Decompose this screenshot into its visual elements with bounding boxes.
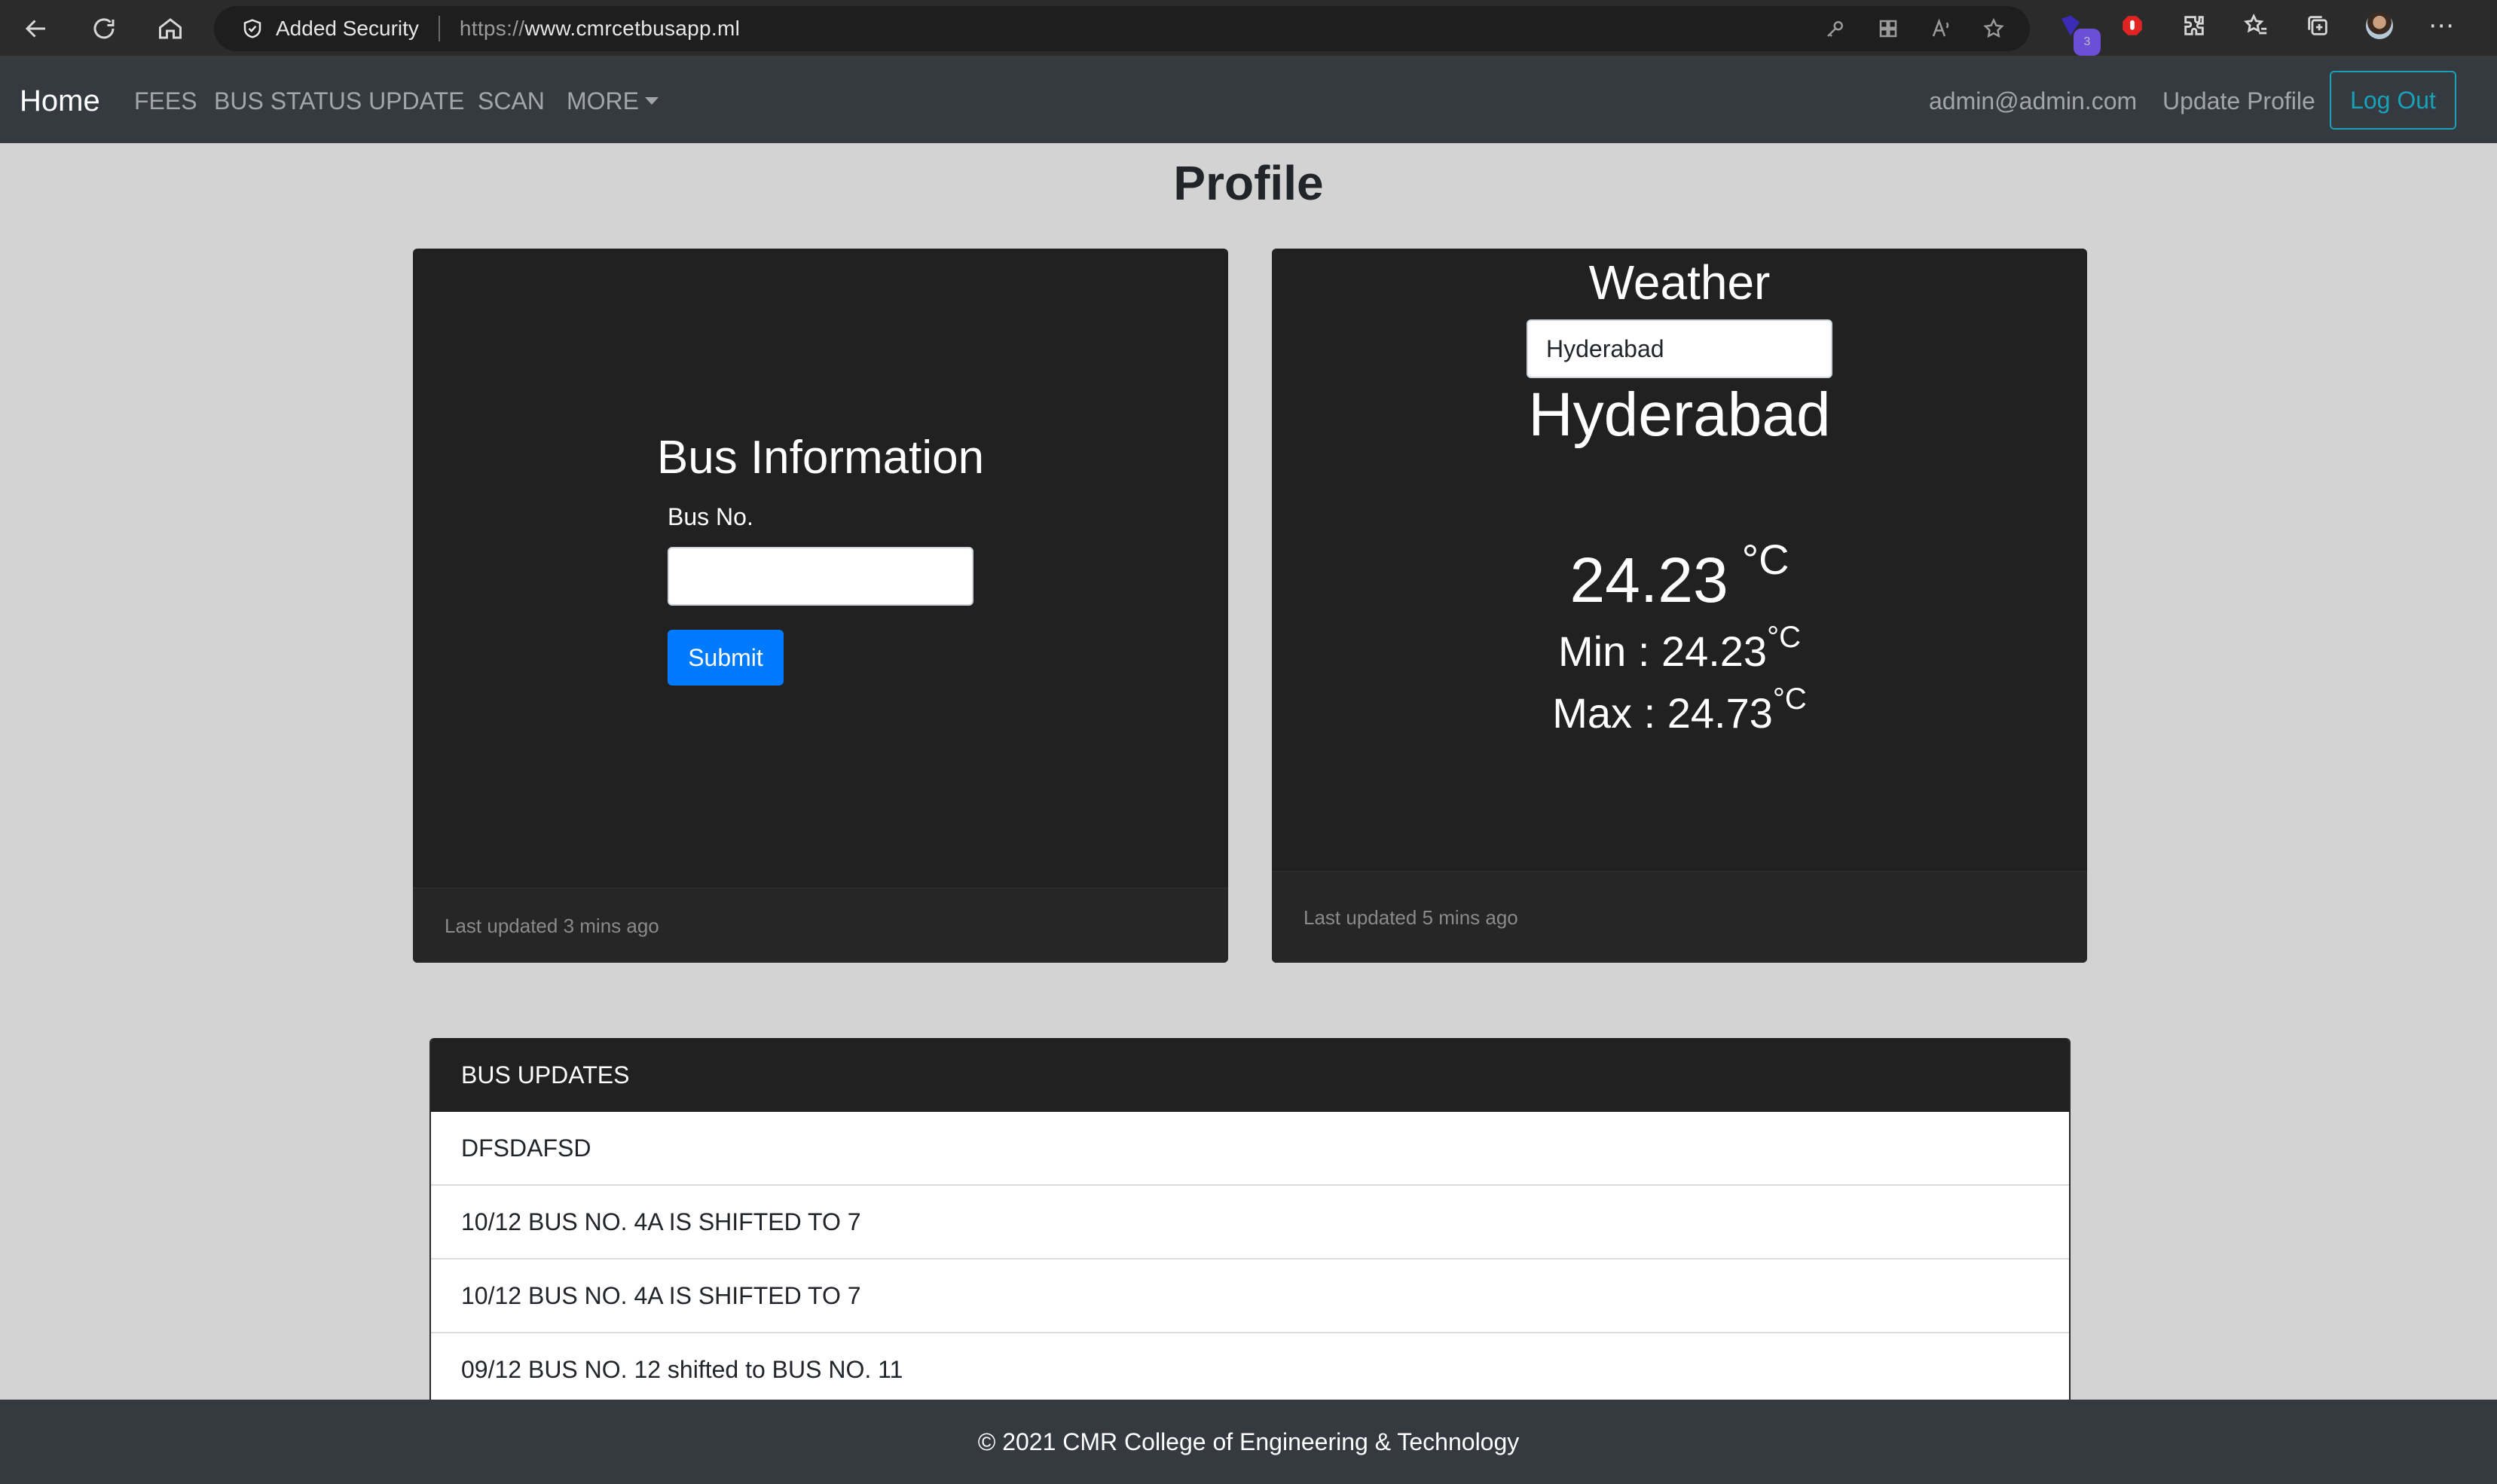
user-email[interactable]: admin@admin.com bbox=[1929, 87, 2137, 115]
max-temperature-unit: °C bbox=[1772, 682, 1807, 716]
bus-updates-list: BUS UPDATES DFSDAFSD 10/12 BUS NO. 4A IS… bbox=[429, 1038, 2071, 1400]
bus-no-label: Bus No. bbox=[668, 503, 753, 530]
temperature-value: 24.23 bbox=[1569, 545, 1728, 615]
more-options-icon[interactable]: ⋯ bbox=[2428, 11, 2455, 40]
url-host: www.cmrcetbusapp.ml bbox=[524, 17, 741, 40]
bus-no-input[interactable] bbox=[668, 547, 973, 606]
weather-card: Weather Hyderabad Hyderabad 24.23 °C Min … bbox=[1272, 249, 2087, 963]
back-icon[interactable] bbox=[18, 11, 54, 47]
page-title: Profile bbox=[1173, 156, 1324, 210]
url-text[interactable]: https://www.cmrcetbusapp.ml bbox=[460, 17, 740, 41]
min-temperature: Min : 24.23°C bbox=[1272, 621, 2087, 676]
logout-button[interactable]: Log Out bbox=[2330, 71, 2456, 130]
page-footer: © 2021 CMR College of Engineering & Tech… bbox=[0, 1400, 2497, 1484]
collections-icon[interactable] bbox=[2304, 12, 2331, 39]
shield-icon[interactable] bbox=[240, 16, 265, 41]
apps-icon[interactable] bbox=[1875, 15, 1902, 42]
key-icon[interactable] bbox=[1822, 15, 1849, 42]
url-scheme: https:// bbox=[459, 17, 525, 40]
nav-link-scan[interactable]: SCAN bbox=[478, 87, 545, 115]
favorite-add-icon[interactable] bbox=[1980, 15, 2007, 42]
extension-icon[interactable]: 3 bbox=[2057, 12, 2101, 56]
weather-title: Weather bbox=[1588, 255, 1771, 310]
bus-information-card: Bus Information Bus No. Submit Last upda… bbox=[413, 249, 1228, 963]
nav-link-bus-status-update[interactable]: BUS STATUS UPDATE bbox=[214, 87, 464, 115]
address-divider bbox=[438, 16, 440, 41]
nav-home-brand[interactable]: Home bbox=[20, 84, 100, 118]
list-item: DFSDAFSD bbox=[431, 1112, 2069, 1186]
current-temperature: 24.23 °C bbox=[1272, 536, 2087, 617]
max-temperature: Max : 24.73°C bbox=[1272, 682, 2087, 737]
security-label[interactable]: Added Security bbox=[276, 17, 419, 41]
browser-toolbar: Added Security https://www.cmrcetbusapp.… bbox=[0, 0, 2497, 57]
app-navbar: Home FEES BUS STATUS UPDATE SCAN MORE ad… bbox=[0, 57, 2497, 143]
address-bar[interactable]: Added Security https://www.cmrcetbusapp.… bbox=[214, 6, 2030, 51]
read-aloud-icon[interactable] bbox=[1927, 15, 1955, 42]
favorites-icon[interactable] bbox=[2242, 12, 2269, 39]
nav-more-dropdown[interactable]: MORE bbox=[567, 87, 659, 115]
list-item: 09/12 BUS NO. 12 shifted to BUS NO. 11 bbox=[431, 1333, 2069, 1400]
submit-button[interactable]: Submit bbox=[668, 630, 784, 686]
caret-down-icon bbox=[645, 96, 659, 105]
temperature-unit: °C bbox=[1741, 536, 1789, 583]
bus-updates-header: BUS UPDATES bbox=[431, 1038, 2069, 1112]
adblock-icon[interactable] bbox=[2119, 12, 2146, 39]
bus-card-title: Bus Information bbox=[656, 432, 985, 484]
min-temperature-text: Min : 24.23 bbox=[1558, 627, 1768, 675]
min-temperature-unit: °C bbox=[1767, 621, 1801, 654]
extensions-puzzle-icon[interactable] bbox=[2181, 12, 2208, 39]
profile-avatar[interactable] bbox=[2366, 12, 2393, 39]
weather-card-footer: Last updated 5 mins ago bbox=[1272, 871, 2087, 963]
update-profile-link[interactable]: Update Profile bbox=[2162, 87, 2315, 115]
list-item: 10/12 BUS NO. 4A IS SHIFTED TO 7 bbox=[431, 1186, 2069, 1260]
home-icon[interactable] bbox=[152, 11, 188, 47]
city-name: Hyderabad bbox=[1528, 380, 1831, 449]
refresh-icon[interactable] bbox=[86, 11, 122, 47]
bus-card-footer: Last updated 3 mins ago bbox=[413, 887, 1228, 963]
nav-link-fees[interactable]: FEES bbox=[134, 87, 197, 115]
nav-more-label: MORE bbox=[567, 87, 639, 115]
list-item: 10/12 BUS NO. 4A IS SHIFTED TO 7 bbox=[431, 1260, 2069, 1333]
extension-badge: 3 bbox=[2074, 29, 2101, 56]
city-input[interactable]: Hyderabad bbox=[1527, 319, 1832, 378]
max-temperature-text: Max : 24.73 bbox=[1552, 689, 1773, 737]
